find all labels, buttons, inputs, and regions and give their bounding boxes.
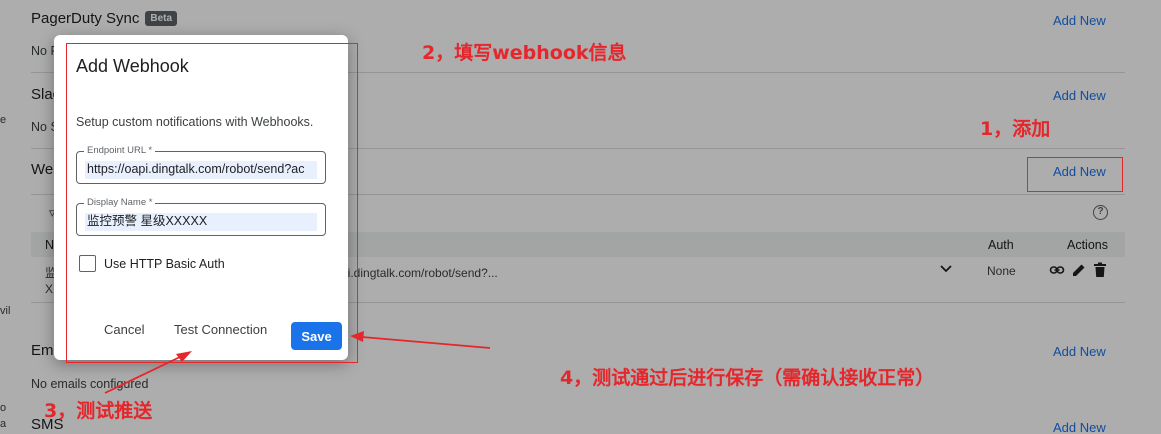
- annotation-step4: 4，测试通过后进行保存（需确认接收正常）: [560, 367, 935, 389]
- annotation-step3: 3，测试推送: [44, 400, 153, 422]
- annotation-add-new-box: [1027, 157, 1123, 192]
- annotation-step2: 2，填写webhook信息: [422, 42, 627, 64]
- annotation-dialog-box: [66, 43, 358, 363]
- annotation-step1: 1，添加: [980, 118, 1051, 140]
